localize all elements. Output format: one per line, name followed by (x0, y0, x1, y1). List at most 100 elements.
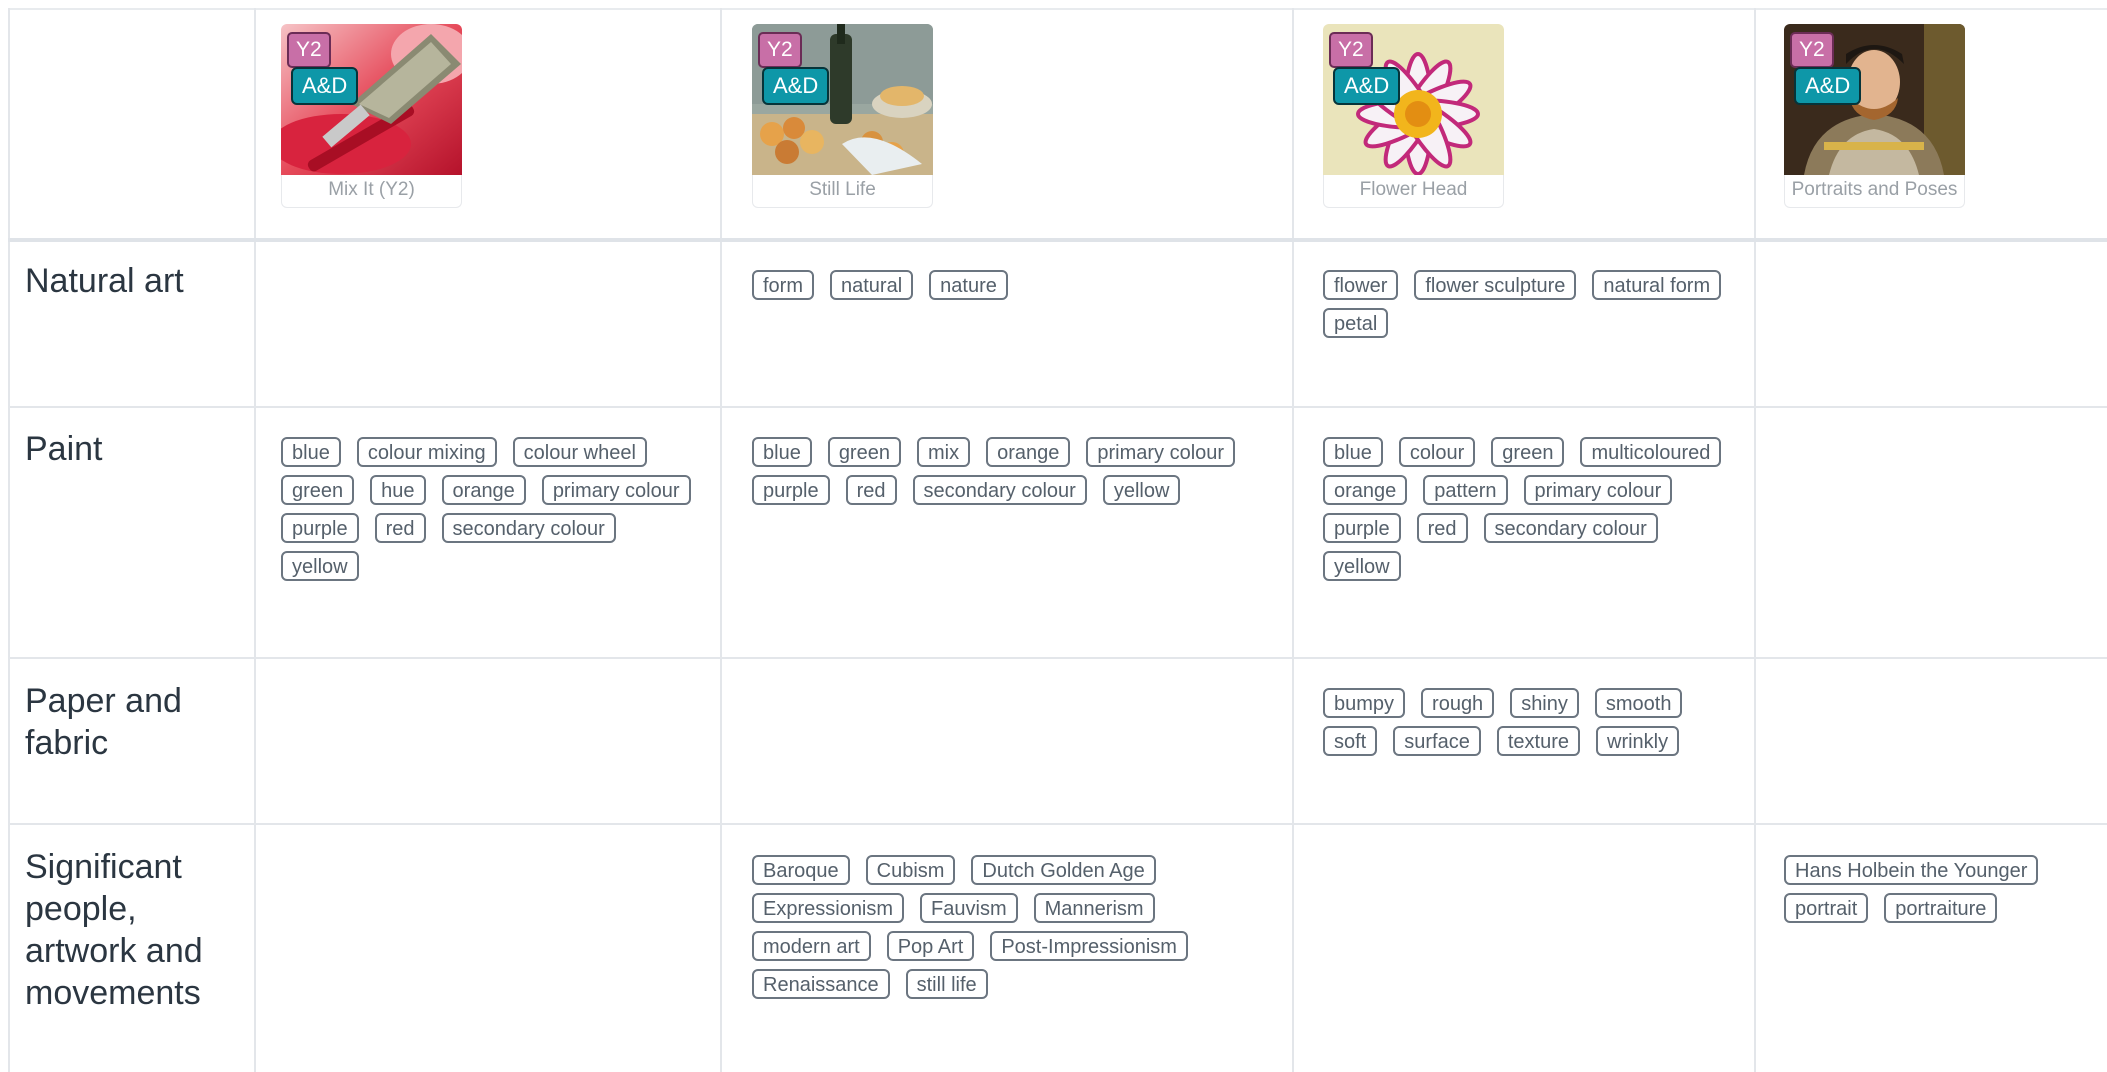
row-divider-3 (8, 823, 2107, 825)
row-divider-1 (8, 406, 2107, 408)
keyword-tag[interactable]: portraiture (1884, 893, 1998, 923)
tags-paint-still-life: blue green mix orange primary colour purple re… (752, 437, 1272, 505)
grid-top-border (8, 8, 2107, 10)
year-badge: Y2 (1329, 32, 1373, 68)
keyword-tag[interactable]: pattern (1423, 475, 1508, 505)
keyword-tag[interactable]: soft (1323, 726, 1378, 756)
keyword-tag[interactable]: surface (1393, 726, 1481, 756)
year-badge: Y2 (287, 32, 331, 68)
subject-badge: A&D (1333, 67, 1401, 105)
keyword-tag[interactable]: Post-Impressionism (990, 931, 1188, 961)
row-label-paper-and-fabric: Paper and fabric (25, 682, 182, 762)
keyword-tag[interactable]: smooth (1594, 688, 1683, 718)
keyword-tag[interactable]: colour (1398, 437, 1476, 467)
keyword-tag[interactable]: orange (986, 437, 1071, 467)
keyword-tag[interactable]: red (374, 513, 426, 543)
subject-badge: A&D (1794, 67, 1862, 105)
year-badge: Y2 (758, 32, 802, 68)
unit-card-portraits-and-poses[interactable]: Y2 A&D Portraits and Poses (1784, 24, 1965, 210)
column-divider-3 (1292, 8, 1294, 1072)
keyword-tag[interactable]: yellow (281, 551, 359, 581)
keyword-tag[interactable]: orange (1323, 475, 1408, 505)
tags-paint-flower-head: blue colour green multicoloured orange patter… (1323, 437, 1743, 581)
keyword-tag[interactable]: primary colour (1523, 475, 1673, 505)
keyword-tag[interactable]: green (281, 475, 355, 505)
keyword-tag[interactable]: yellow (1323, 551, 1401, 581)
keyword-tag[interactable]: flower sculpture (1414, 270, 1577, 300)
column-divider-4 (1754, 8, 1756, 1072)
keyword-tag[interactable]: yellow (1102, 475, 1181, 505)
column-divider-2 (720, 8, 722, 1072)
grid-left-border (8, 8, 10, 1072)
keyword-tag[interactable]: wrinkly (1596, 726, 1680, 756)
keyword-tag[interactable]: portrait (1784, 893, 1869, 923)
keyword-tag[interactable]: flower (1323, 270, 1399, 300)
keyword-tag[interactable]: texture (1496, 726, 1580, 756)
keyword-tag[interactable]: primary colour (1086, 437, 1236, 467)
keyword-tag[interactable]: bumpy (1323, 688, 1406, 718)
keyword-tag[interactable]: colour mixing (356, 437, 497, 467)
keyword-tag[interactable]: hue (370, 475, 426, 505)
keyword-tag[interactable]: form (752, 270, 814, 300)
unit-image-paint-brush: Y2 A&D (281, 24, 462, 175)
keyword-tag[interactable]: Cubism (865, 855, 956, 885)
unit-card-still-life[interactable]: Y2 A&D Still Life (752, 24, 933, 210)
keyword-tag[interactable]: nature (929, 270, 1008, 300)
unit-card-flower-head[interactable]: Y2 A&D Flower Head (1323, 24, 1504, 210)
unit-title[interactable]: Portraits and Poses (1784, 175, 1965, 208)
row-divider-2 (8, 657, 2107, 659)
subject-badge: A&D (762, 67, 830, 105)
unit-title[interactable]: Mix It (Y2) (281, 175, 462, 208)
unit-title[interactable]: Flower Head (1323, 175, 1504, 208)
row-label-natural-art: Natural art (25, 262, 184, 300)
keyword-tag[interactable]: Mannerism (1033, 893, 1155, 923)
tags-natural-art-flower-head: flower flower sculpture natural form petal (1323, 270, 1743, 338)
keyword-tag[interactable]: mix (916, 437, 971, 467)
keyword-tag[interactable]: primary colour (541, 475, 691, 505)
keyword-tag[interactable]: rough (1421, 688, 1495, 718)
keyword-tag[interactable]: secondary colour (912, 475, 1087, 505)
year-badge: Y2 (1790, 32, 1834, 68)
keyword-tag[interactable]: modern art (752, 931, 871, 961)
unit-image-portrait: Y2 A&D (1784, 24, 1965, 175)
tags-significant-people-still-life: Baroque Cubism Dutch Golden Age Expressioni… (752, 855, 1232, 999)
keyword-tag[interactable]: purple (1323, 513, 1401, 543)
row-label-paint: Paint (25, 430, 103, 468)
column-divider-1 (254, 8, 256, 1072)
keyword-tag[interactable]: multicoloured (1580, 437, 1722, 467)
keyword-tag[interactable]: natural (830, 270, 914, 300)
keyword-tag[interactable]: colour wheel (512, 437, 647, 467)
keyword-tag[interactable]: green (827, 437, 901, 467)
keyword-tag[interactable]: Pop Art (886, 931, 975, 961)
keyword-tag[interactable]: blue (1323, 437, 1383, 467)
unit-card-mix-it[interactable]: Y2 A&D Mix It (Y2) (281, 24, 462, 210)
subject-badge: A&D (291, 67, 359, 105)
keyword-tag[interactable]: Baroque (752, 855, 850, 885)
keyword-tag[interactable]: green (1491, 437, 1565, 467)
tags-significant-people-portraits: Hans Holbein the Younger portrait portrait… (1784, 855, 2084, 923)
keyword-tag[interactable]: Hans Holbein the Younger (1784, 855, 2039, 885)
keyword-tag[interactable]: purple (281, 513, 359, 543)
keyword-tag[interactable]: Renaissance (752, 969, 890, 999)
keyword-tag[interactable]: Fauvism (920, 893, 1018, 923)
keyword-tag[interactable]: blue (752, 437, 812, 467)
unit-title[interactable]: Still Life (752, 175, 933, 208)
keyword-tag[interactable]: still life (905, 969, 988, 999)
keyword-tag[interactable]: shiny (1510, 688, 1579, 718)
keyword-tag[interactable]: red (845, 475, 897, 505)
unit-image-flower: Y2 A&D (1323, 24, 1504, 175)
keyword-tag[interactable]: purple (752, 475, 830, 505)
header-divider (8, 238, 2107, 242)
keyword-tag[interactable]: secondary colour (1483, 513, 1658, 543)
keyword-tag[interactable]: Dutch Golden Age (971, 855, 1156, 885)
keyword-tag[interactable]: orange (441, 475, 526, 505)
keyword-tag[interactable]: secondary colour (441, 513, 616, 543)
unit-image-still-life: Y2 A&D (752, 24, 933, 175)
keyword-tag[interactable]: petal (1323, 308, 1389, 338)
keyword-tag[interactable]: natural form (1592, 270, 1722, 300)
tags-paper-and-fabric-flower-head: bumpy rough shiny smooth soft surface texture w… (1323, 688, 1743, 756)
keyword-tag[interactable]: blue (281, 437, 341, 467)
keyword-tag[interactable]: red (1416, 513, 1468, 543)
tags-paint-mix-it: blue colour mixing colour wheel green hue ora… (281, 437, 701, 581)
keyword-tag[interactable]: Expressionism (752, 893, 905, 923)
